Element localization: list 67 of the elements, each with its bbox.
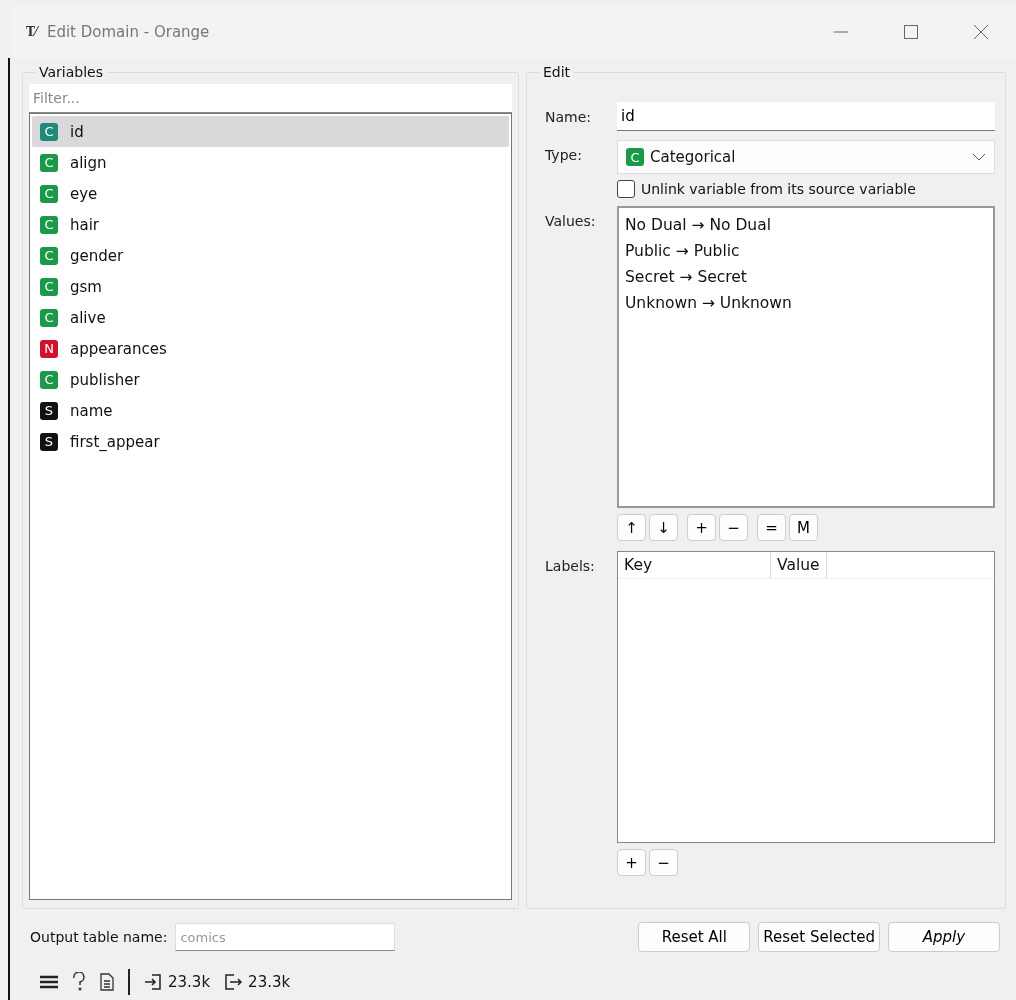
filter-field[interactable]: Filter... <box>29 84 512 113</box>
variable-item[interactable]: C gsm <box>32 271 509 302</box>
input-count: 23.3k <box>168 973 211 991</box>
variable-item[interactable]: C alive <box>32 302 509 333</box>
value-button[interactable]: = <box>757 514 786 541</box>
type-badge: C <box>40 215 58 234</box>
value-button[interactable]: − <box>719 514 748 541</box>
type-badge: S <box>40 432 58 451</box>
value-button[interactable]: ↑ <box>617 514 646 541</box>
name-field[interactable]: id <box>617 102 995 131</box>
field-label: Name: <box>545 108 593 127</box>
maximize-icon <box>903 24 919 40</box>
variable-item[interactable]: S name <box>32 395 509 426</box>
type-badge: C <box>40 153 58 172</box>
action-button[interactable]: Reset All <box>638 922 751 952</box>
type-badge: C <box>40 184 58 203</box>
type-badge: C <box>40 122 58 141</box>
chevron-down-icon <box>972 153 986 161</box>
variable-item[interactable]: C publisher <box>32 364 509 395</box>
value-item[interactable]: Public → Public <box>625 238 987 264</box>
variable-item[interactable]: C id <box>32 116 509 147</box>
variable-item[interactable]: C eye <box>32 178 509 209</box>
unlink-checkbox[interactable] <box>617 180 635 198</box>
output-name-field[interactable]: comics <box>175 923 396 951</box>
group-title: Edit <box>542 64 572 80</box>
value-button[interactable]: ↓ <box>649 514 678 541</box>
output-count: 23.3k <box>248 973 291 991</box>
output-icon <box>224 973 243 991</box>
column-header[interactable]: Key <box>618 552 771 578</box>
variable-item[interactable]: C hair <box>32 209 509 240</box>
checkbox-label: Unlink variable from its source variable <box>641 181 916 197</box>
variable-item[interactable]: N appearances <box>32 333 509 364</box>
value-item[interactable]: Unknown → Unknown <box>625 290 987 316</box>
label-button[interactable]: + <box>617 849 646 876</box>
type-dropdown[interactable]: C Categorical <box>617 140 995 174</box>
field-label: Values: <box>545 212 597 231</box>
type-badge: C <box>40 277 58 296</box>
type-badge: S <box>40 401 58 420</box>
group-title: Variables <box>38 64 104 80</box>
type-badge: C <box>40 308 58 327</box>
field-label: Type: <box>545 146 583 165</box>
input-icon <box>144 973 162 991</box>
type-badge: N <box>40 339 58 358</box>
value-item[interactable]: Secret → Secret <box>625 264 987 290</box>
column-header[interactable]: Value <box>771 552 827 578</box>
variable-item[interactable]: S first_appear <box>32 426 509 457</box>
document-icon[interactable] <box>100 973 114 991</box>
type-badge: C <box>40 246 58 265</box>
value-button[interactable]: + <box>687 514 716 541</box>
type-badge: C <box>40 370 58 389</box>
close-icon <box>973 24 989 40</box>
window-title: Edit Domain - Orange <box>46 23 211 41</box>
type-badge: C <box>626 148 644 166</box>
menu-icon[interactable] <box>40 975 58 989</box>
minimize-icon <box>833 31 849 33</box>
variable-item[interactable]: C gender <box>32 240 509 271</box>
help-icon[interactable] <box>72 972 86 992</box>
value-item[interactable]: No Dual → No Dual <box>625 212 987 238</box>
app-icon: T⁄ <box>26 25 37 39</box>
output-label: Output table name: <box>30 929 168 945</box>
value-button[interactable]: M <box>789 514 818 541</box>
dropdown-value: Categorical <box>650 148 737 166</box>
variable-item[interactable]: C align <box>32 147 509 178</box>
label-button[interactable]: − <box>649 849 678 876</box>
action-button[interactable]: Reset Selected <box>758 922 880 952</box>
field-label: Labels: <box>545 557 596 576</box>
action-button[interactable]: Apply <box>888 922 1000 952</box>
